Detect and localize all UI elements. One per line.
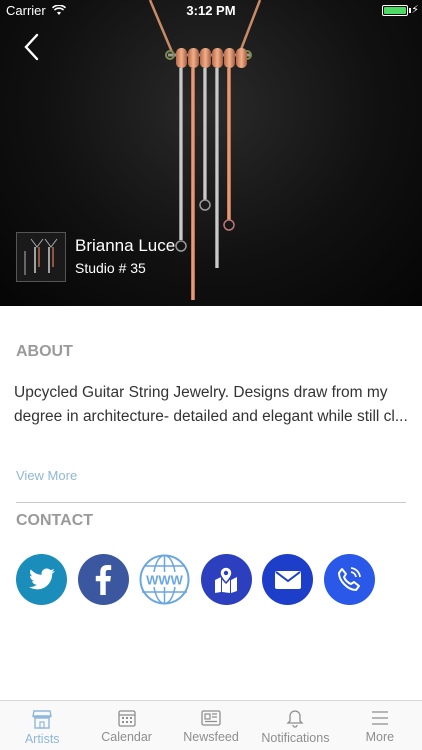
status-time: 3:12 PM <box>186 3 236 18</box>
phone-icon <box>338 566 361 591</box>
tab-calendar[interactable]: Calendar <box>84 701 168 750</box>
section-divider <box>16 502 406 503</box>
email-icon <box>274 570 301 589</box>
facebook-button[interactable] <box>77 554 129 605</box>
tab-newsfeed[interactable]: Newsfeed <box>169 701 253 750</box>
contact-heading: CONTACT <box>16 512 94 529</box>
map-button[interactable] <box>200 554 252 605</box>
chevron-left-icon <box>24 33 39 61</box>
phone-button[interactable] <box>323 554 375 605</box>
twitter-icon <box>28 567 55 589</box>
menu-icon <box>371 711 388 725</box>
tab-label: Newsfeed <box>183 730 239 744</box>
website-button[interactable]: WWW <box>139 554 190 605</box>
storefront-icon <box>32 710 53 729</box>
about-description: Upcycled Guitar String Jewelry. Designs … <box>14 381 410 429</box>
back-button[interactable] <box>18 32 48 62</box>
artist-studio: Studio # 35 <box>75 260 146 276</box>
tab-label: Artists <box>24 732 60 746</box>
bell-icon <box>286 710 304 728</box>
newspaper-icon <box>201 710 221 726</box>
earrings-thumbnail <box>24 238 58 275</box>
email-button[interactable] <box>262 554 313 605</box>
about-line: degree in architecture- detailed and ele… <box>14 408 408 425</box>
tab-bar: Artists Calendar Newsfeed Notifications … <box>0 700 422 750</box>
map-icon <box>215 565 237 593</box>
view-more-link[interactable]: View More <box>16 468 77 483</box>
artist-avatar[interactable] <box>16 232 66 282</box>
tab-more[interactable]: More <box>338 701 422 750</box>
status-bar: Carrier 3:12 PM ⚡ <box>0 0 422 22</box>
hero-image: Carrier 3:12 PM ⚡ Brianna Luce Studio # … <box>0 0 422 306</box>
contact-buttons: WWW <box>16 554 375 605</box>
tab-notifications[interactable]: Notifications <box>253 701 337 750</box>
svg-text:WWW: WWW <box>146 573 184 588</box>
www-icon: WWW <box>139 554 190 605</box>
about-heading: ABOUT <box>16 343 73 360</box>
battery-icon <box>382 5 408 16</box>
artist-name: Brianna Luce <box>75 236 176 255</box>
tab-label: Calendar <box>101 730 152 744</box>
charging-icon: ⚡ <box>411 4 419 16</box>
tab-label: Notifications <box>261 731 330 745</box>
tab-label: More <box>365 730 395 744</box>
facebook-icon <box>95 564 112 595</box>
tab-artists[interactable]: Artists <box>0 701 84 750</box>
calendar-icon <box>117 710 136 727</box>
twitter-button[interactable] <box>16 554 67 605</box>
about-line: Upcycled Guitar String Jewelry. Designs … <box>14 384 388 401</box>
